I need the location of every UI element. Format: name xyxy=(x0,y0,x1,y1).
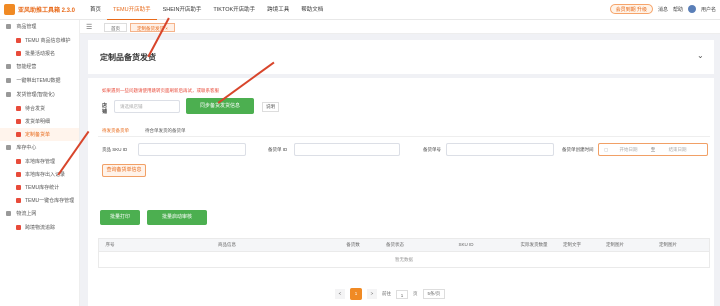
sidebar-item-temu-stock[interactable]: TEMU库存统计 xyxy=(0,181,79,194)
tag-icon xyxy=(16,119,21,124)
help-link-button[interactable]: 说明 xyxy=(262,102,279,112)
order-id-input[interactable] xyxy=(294,143,400,156)
sidebar-item-inventory[interactable]: 库存中心 xyxy=(0,141,79,155)
col-custom-text: 定制文字 xyxy=(563,242,581,247)
tag-icon xyxy=(16,185,21,190)
top-bar: 亚风助推工具箱 2.3.0 首页 TEMU开店助手 SHEIN开店助手 TIKT… xyxy=(0,0,720,20)
help-link[interactable]: 帮助 xyxy=(673,6,683,13)
store-select[interactable]: 请选择店铺 xyxy=(114,100,180,113)
app-logo: 亚风助推工具箱 2.3.0 xyxy=(4,4,75,15)
sidebar: 商品管理 TEMU 商品信息维护 批量活动报名 智能经营 一键带出TEMU数据 … xyxy=(0,20,80,306)
subtab-divider xyxy=(98,136,710,137)
start-date[interactable]: 开始日期 xyxy=(620,147,638,152)
tag-icon xyxy=(16,132,21,137)
collapse-icon[interactable]: ⌄ xyxy=(697,51,704,60)
date-range[interactable]: ▢ 开始日期 至 结束日期 xyxy=(598,143,708,156)
nav-home[interactable]: 首页 xyxy=(84,0,107,20)
main-nav: 首页 TEMU开店助手 SHEIN开店助手 TIKTOK开店助手 跨境工具 帮助… xyxy=(84,0,329,20)
tag-icon xyxy=(16,159,21,164)
truck-icon xyxy=(6,92,11,98)
tag-icon xyxy=(16,198,21,203)
order-no-label: 备货单号 xyxy=(423,147,441,152)
sidebar-item-temu-info[interactable]: TEMU 商品信息维护 xyxy=(0,34,79,47)
tag-icon xyxy=(16,106,21,111)
next-page-button[interactable]: > xyxy=(367,289,377,299)
close-icon[interactable]: × xyxy=(165,26,168,31)
range-separator: 至 xyxy=(650,147,656,152)
sidebar-item-custom-order[interactable]: 定制备货单 xyxy=(0,128,79,141)
sidebar-item-shipping[interactable]: 发货管理(智能化) xyxy=(0,88,79,102)
page-size-select[interactable]: 5条/页 xyxy=(422,289,446,299)
tag-icon xyxy=(16,51,21,56)
calendar-icon: ▢ xyxy=(604,147,609,152)
col-status: 备货状态 xyxy=(386,242,404,247)
goto-input[interactable]: 1 xyxy=(396,289,408,299)
tabs-bar: ☰ 首页 定制备货发货 × xyxy=(80,20,720,34)
avatar-icon[interactable] xyxy=(687,5,696,13)
col-qty: 备货数 xyxy=(346,242,360,247)
notice-link[interactable]: 消息 xyxy=(658,6,668,13)
sidebar-item-smart[interactable]: 智能经营 xyxy=(0,60,79,74)
app-title: 亚风助推工具箱 2.3.0 xyxy=(18,8,76,14)
page-1-button[interactable]: 1 xyxy=(350,288,362,300)
menu-toggle-icon[interactable]: ☰ xyxy=(86,23,92,31)
hint-text: 如果遇到一些问题请使用跳转页面刷新后再试，或联系客服 xyxy=(102,88,219,93)
box-icon xyxy=(6,24,11,30)
tag-icon xyxy=(16,225,21,230)
nav-tools[interactable]: 跨境工具 xyxy=(261,0,295,20)
end-date[interactable]: 结束日期 xyxy=(669,147,687,152)
col-product: 商品信息 xyxy=(218,242,236,247)
user-name[interactable]: 用户名 xyxy=(701,6,716,13)
order-no-input[interactable] xyxy=(446,143,554,156)
page-suffix: 页 xyxy=(413,291,418,296)
search-button[interactable]: 查询备货单信息 xyxy=(102,164,146,177)
download-icon xyxy=(6,78,11,84)
prev-page-button[interactable]: < xyxy=(335,289,345,299)
tab-home[interactable]: 首页 xyxy=(104,23,127,32)
sidebar-item-pending[interactable]: 待合发货 xyxy=(0,102,79,115)
subtab-merge[interactable]: 待合单发货的备货单 xyxy=(145,128,186,134)
sku-label: 货品 SKU ID xyxy=(102,147,128,152)
sidebar-item-ship-detail[interactable]: 发货单明细 xyxy=(0,115,79,128)
col-shipped: 实际发货数量 xyxy=(520,242,548,247)
pagination: < 1 > 前往 1 页 5条/页 xyxy=(335,288,446,300)
vip-button[interactable]: 会员到期 升级 xyxy=(609,4,653,14)
warehouse-icon xyxy=(6,145,11,151)
goto-label: 前往 xyxy=(382,291,391,296)
sidebar-item-temu-warehouse[interactable]: TEMU一键仓库存管理 xyxy=(0,194,79,207)
sidebar-item-stock-log[interactable]: 本地库存出入记录 xyxy=(0,168,79,181)
sidebar-item-activity[interactable]: 批量活动报名 xyxy=(0,47,79,60)
nav-shein[interactable]: SHEIN开店助手 xyxy=(157,0,208,20)
col-index: 序号 xyxy=(105,242,115,247)
nav-docs[interactable]: 帮助文档 xyxy=(295,0,329,20)
logo-icon xyxy=(4,4,15,15)
title-panel xyxy=(88,40,714,74)
create-time-label: 备货单创建时间 xyxy=(562,147,594,152)
sidebar-item-tracking[interactable]: 跨境物流追踪 xyxy=(0,221,79,234)
sku-input[interactable] xyxy=(138,143,246,156)
tab-custom-order[interactable]: 定制备货发货 × xyxy=(130,23,175,32)
sidebar-item-temu-data[interactable]: 一键带出TEMU数据 xyxy=(0,74,79,88)
globe-icon xyxy=(6,211,11,217)
order-id-label: 备货单 ID xyxy=(268,147,288,152)
main-panel xyxy=(88,78,714,306)
col-custom-image: 定制图片 xyxy=(606,242,624,247)
batch-review-button[interactable]: 批量启动审核 xyxy=(147,210,207,225)
tag-icon xyxy=(16,38,21,43)
batch-print-button[interactable]: 批量打印 xyxy=(100,210,140,225)
empty-row: 暂无数据 xyxy=(98,252,710,268)
col-sku: SKU ID xyxy=(458,242,474,247)
sidebar-item-logistics[interactable]: 物流上网 xyxy=(0,207,79,221)
chart-icon xyxy=(6,64,11,70)
sidebar-item-products[interactable]: 商品管理 xyxy=(0,20,79,34)
col-custom-image-2: 定制图片 xyxy=(659,242,677,247)
tag-icon xyxy=(16,172,21,177)
nav-temu[interactable]: TEMU开店助手 xyxy=(107,0,157,20)
nav-tiktok[interactable]: TIKTOK开店助手 xyxy=(207,0,261,20)
store-label: 店铺 xyxy=(102,103,108,115)
